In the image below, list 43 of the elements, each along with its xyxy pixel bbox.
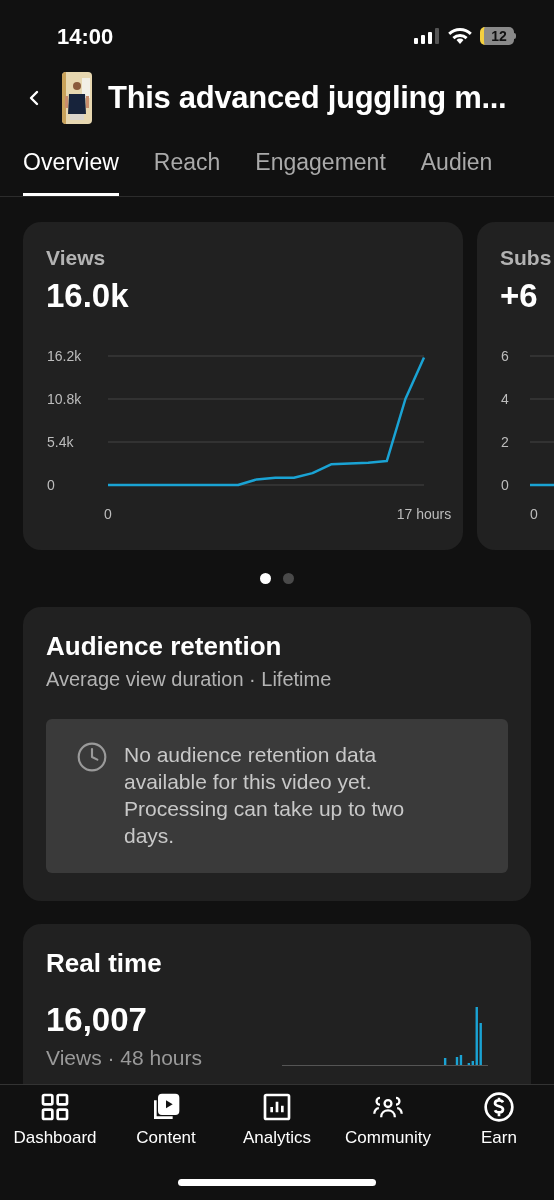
card-title: Audience retention (46, 630, 283, 663)
tab[interactable]: Overview (23, 144, 119, 196)
notice-text: No audience retention data available for this video yet. Processing can take up to two days. (124, 742, 406, 849)
nav-item[interactable]: Content (119, 1091, 213, 1149)
metric-card[interactable]: Subs +6 6 4 2 0 0 (477, 222, 554, 550)
y-tick-label: 10.8k (47, 391, 82, 407)
tab[interactable]: Engagement (255, 144, 386, 196)
y-tick-label: 16.2k (47, 348, 82, 364)
metric-title: Views (46, 245, 107, 271)
bar (443, 1058, 447, 1065)
nav-item[interactable]: Dashboard (8, 1091, 102, 1149)
subs-line (530, 483, 554, 487)
bar-chart-icon (261, 1091, 293, 1123)
y-tick-label: 0 (47, 477, 55, 493)
dollar-icon (483, 1091, 515, 1123)
y-tick-label: 2 (501, 434, 509, 450)
video-title: This advanced juggling m... (108, 78, 507, 117)
real-time-value: 16,007 (46, 1000, 148, 1040)
x-tick-label: 17 hours (396, 506, 452, 522)
nav-item[interactable]: Analytics (230, 1091, 324, 1149)
card-subtitle: Average view duration · Lifetime (46, 667, 333, 692)
card-title: Real time (46, 947, 163, 980)
x-tick-label: 0 (104, 506, 112, 522)
nav-item[interactable]: Community (341, 1091, 435, 1149)
signal-icon (414, 28, 440, 44)
x-tick-label: 0 (530, 506, 538, 522)
dashboard-icon (39, 1091, 71, 1123)
tab[interactable]: Audien (420, 144, 493, 196)
nav-item[interactable]: Earn (452, 1091, 546, 1149)
metric-value: 16.0k (46, 276, 130, 316)
wifi-icon (448, 27, 472, 45)
y-tick-label: 5.4k (47, 434, 74, 450)
tab[interactable]: Reach (153, 144, 221, 196)
status-time: 14:00 (57, 22, 114, 51)
battery-indicator: 12 (480, 27, 516, 45)
metric-card[interactable]: Views 16.0k 16.2k 10.8k 5.4k 0 0 17 hours (23, 222, 463, 550)
clock-icon (76, 741, 108, 773)
real-time-caption: Views · 48 hours (46, 1045, 203, 1071)
y-tick-label: 4 (501, 391, 509, 407)
metric-value: +6 (500, 276, 539, 316)
metric-title: Subs (500, 245, 553, 271)
y-tick-label: 0 (501, 477, 509, 493)
y-tick-label: 6 (501, 348, 509, 364)
